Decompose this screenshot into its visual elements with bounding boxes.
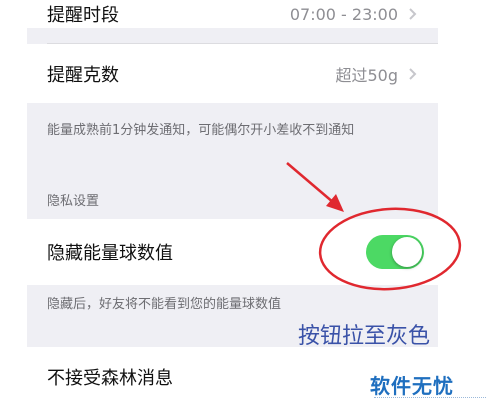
watermark: 软件无忧 [368,366,492,401]
annotation-arrow-head [326,194,344,212]
annotation-arrow-shaft [286,162,335,204]
page: 提醒时段 07:00 - 23:00 提醒克数 超过50g 能量成熟前1分钟发通… [0,0,492,401]
watermark-text: 软件无忧 [370,374,454,398]
annotation-text: 按钮拉至灰色 [298,324,431,349]
watermark-underline [374,397,486,401]
annotation-circle [318,207,462,291]
